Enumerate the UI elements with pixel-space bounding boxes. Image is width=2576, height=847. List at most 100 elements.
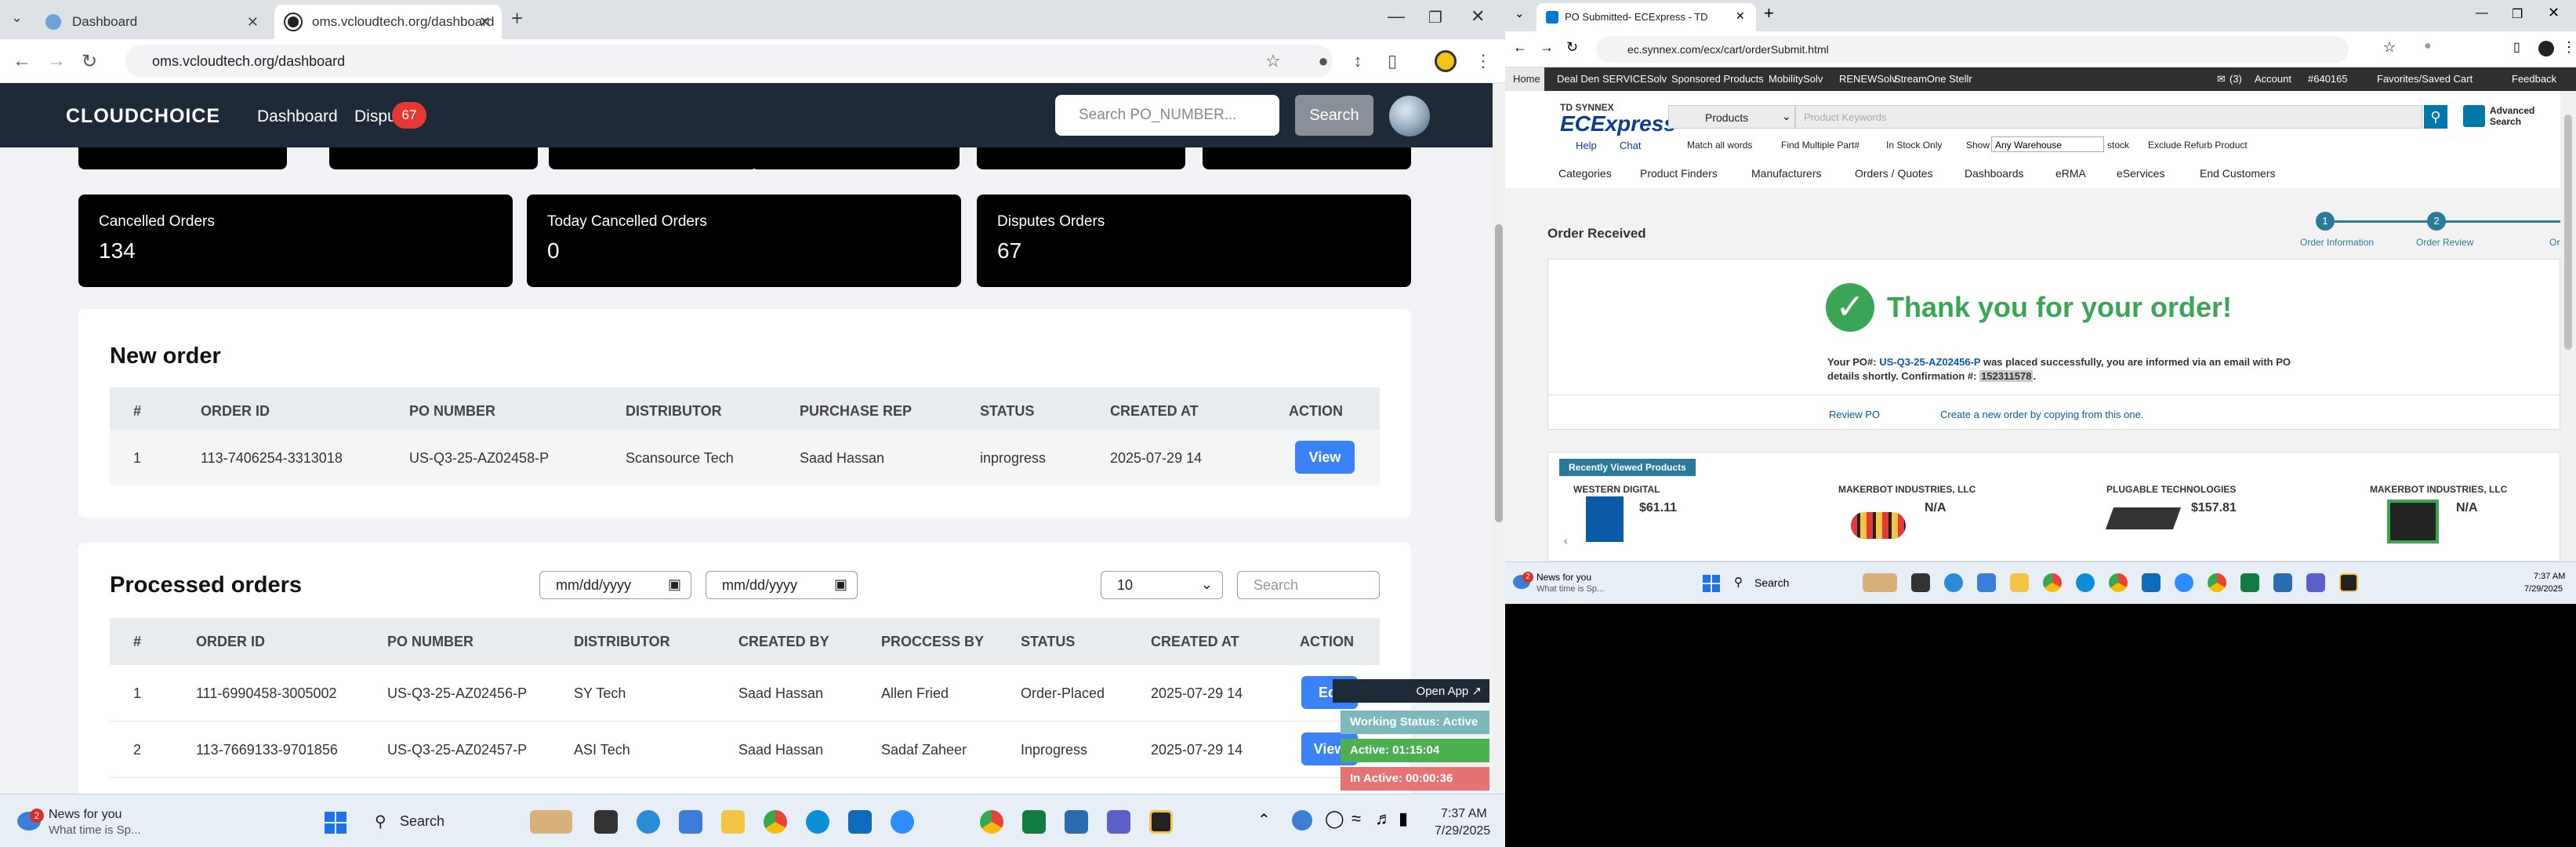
page-scrollbar[interactable]: [2560, 91, 2576, 562]
teams-icon[interactable]: [2306, 573, 2325, 592]
vendor-name[interactable]: MAKERBOT INDUSTRIES, LLC: [2370, 484, 2507, 495]
scrollbar-thumb[interactable]: [1495, 224, 1503, 522]
outlook-icon[interactable]: [2142, 573, 2161, 592]
ecexpress-logo[interactable]: ECExpress: [1560, 111, 1676, 136]
menu-manufacturers[interactable]: Manufacturers: [1751, 167, 1821, 180]
clock-time[interactable]: 7:37 AM: [2534, 572, 2565, 581]
minimize-icon[interactable]: —: [1388, 6, 1405, 27]
help-link[interactable]: Help: [1576, 140, 1597, 151]
clock-date[interactable]: 7/29/2025: [2524, 584, 2563, 594]
teams-icon[interactable]: [1107, 810, 1130, 834]
menu-icon[interactable]: ⋮: [2562, 39, 2576, 56]
view-button[interactable]: View: [1295, 441, 1355, 474]
nav-mobilitysolv[interactable]: MobilitySolv: [1769, 73, 1823, 85]
search-button[interactable]: Search: [1295, 95, 1373, 136]
star-icon[interactable]: ☆: [1264, 52, 1283, 71]
menu-product-finders[interactable]: Product Finders: [1640, 167, 1718, 180]
chat-link[interactable]: Chat: [1620, 140, 1641, 151]
edge-icon[interactable]: [2076, 573, 2095, 592]
taskbar-search[interactable]: Search: [1754, 576, 1789, 589]
menu-categories[interactable]: Categories: [1558, 167, 1612, 180]
back-icon[interactable]: ←: [1513, 39, 1527, 56]
vendor-name[interactable]: PLUGABLE TECHNOLOGIES: [2106, 484, 2236, 495]
windows-start-icon[interactable]: [1703, 575, 1720, 592]
scrollbar-thumb[interactable]: [2564, 115, 2572, 350]
profile-icon[interactable]: [2538, 41, 2554, 56]
restore-icon[interactable]: ❐: [1428, 8, 1442, 27]
zoom-icon[interactable]: [2175, 573, 2193, 592]
search-icon[interactable]: ⚲: [1734, 575, 1743, 589]
calculator-icon[interactable]: [679, 810, 702, 834]
forward-icon[interactable]: →: [47, 50, 66, 72]
forward-icon[interactable]: →: [1540, 39, 1554, 56]
extension-icon[interactable]: ●: [2424, 39, 2432, 53]
puzzle-icon[interactable]: ▯: [1383, 52, 1402, 71]
calculator-icon[interactable]: [1977, 573, 1996, 592]
taskbar-widget-icon[interactable]: [530, 810, 572, 834]
menu-dashboards[interactable]: Dashboards: [1965, 167, 2024, 180]
chevron-up-icon[interactable]: ⌃: [1257, 810, 1271, 830]
tab-search-icon[interactable]: ⌄: [11, 9, 23, 26]
nav-renewsolv[interactable]: RENEWSolv: [1839, 73, 1897, 85]
product-image[interactable]: [2387, 500, 2439, 543]
news-title[interactable]: News for you: [1537, 572, 1591, 583]
wifi-icon[interactable]: ≈: [1351, 809, 1361, 829]
review-po-link[interactable]: Review PO: [1829, 409, 1880, 420]
exclude-refurb-checkbox[interactable]: Exclude Refurb Product: [2148, 140, 2248, 151]
po-search-input[interactable]: Search PO_NUMBER...: [1055, 95, 1279, 136]
product-keyword-input[interactable]: Product Keywords: [1795, 105, 2422, 129]
file-explorer-icon[interactable]: [2010, 573, 2029, 592]
taskbar-widget-icon[interactable]: [1863, 573, 1897, 592]
file-explorer-icon[interactable]: [721, 810, 745, 834]
tab-oms-dashboard[interactable]: oms.vcloudtech.org/dashboard ✕: [274, 5, 502, 39]
feedback-link[interactable]: Feedback: [2512, 73, 2556, 85]
close-tab-icon[interactable]: ✕: [247, 14, 259, 31]
minimize-icon[interactable]: —: [2476, 6, 2488, 20]
app-icon[interactable]: [2273, 573, 2292, 592]
calendar-icon[interactable]: ▣: [668, 576, 681, 593]
match-all-radio[interactable]: Match all words: [1687, 140, 1752, 151]
reader-icon[interactable]: ↕: [1348, 52, 1367, 71]
carousel-prev-icon[interactable]: ‹: [1564, 534, 1568, 547]
zoom-icon[interactable]: [891, 810, 914, 834]
app-icon[interactable]: [1149, 810, 1173, 834]
cancelled-orders-card[interactable]: Cancelled Orders 134: [78, 194, 513, 287]
search-button[interactable]: ⚲: [2424, 105, 2447, 129]
close-window-icon[interactable]: ✕: [2548, 5, 2560, 21]
menu-erma[interactable]: eRMA: [2055, 167, 2086, 180]
product-image[interactable]: [1851, 512, 1906, 539]
vendor-name[interactable]: MAKERBOT INDUSTRIES, LLC: [1838, 484, 1976, 495]
product-image[interactable]: [1586, 496, 1624, 542]
outlook-icon[interactable]: [848, 810, 872, 834]
search-icon[interactable]: ⚲: [375, 812, 386, 831]
date-from-input[interactable]: mm/dd/yyyy ▣: [539, 571, 691, 599]
new-tab-icon[interactable]: +: [511, 6, 523, 31]
advanced-search-link[interactable]: Advanced Search: [2490, 105, 2535, 127]
excel-icon[interactable]: [2240, 573, 2259, 592]
account-menu[interactable]: Account: [2255, 73, 2291, 85]
nav-sponsored[interactable]: Sponsored Products: [1671, 73, 1764, 85]
nav-disputes[interactable]: Dispu: [354, 107, 397, 126]
chrome-icon[interactable]: [980, 810, 1003, 834]
vendor-name[interactable]: WESTERN DIGITAL: [1573, 484, 1660, 495]
in-stock-checkbox[interactable]: In Stock Only: [1886, 140, 1942, 151]
date-to-input[interactable]: mm/dd/yyyy ▣: [706, 571, 858, 599]
calendar-icon[interactable]: ▣: [834, 576, 847, 593]
excel-icon[interactable]: [1022, 810, 1046, 834]
battery-icon[interactable]: ▮: [1399, 809, 1408, 829]
close-window-icon[interactable]: ✕: [1471, 6, 1485, 27]
today-cancelled-card[interactable]: Today Cancelled Orders 0: [527, 194, 961, 287]
avatar[interactable]: [1389, 96, 1430, 136]
close-tab-icon[interactable]: ✕: [479, 14, 491, 31]
menu-eservices[interactable]: eServices: [2117, 167, 2164, 180]
open-app-button[interactable]: Open App ↗: [1333, 679, 1489, 703]
star-icon[interactable]: ☆: [2383, 39, 2396, 56]
taskbar-app-icon[interactable]: [1944, 573, 1963, 592]
app-icon[interactable]: [2339, 573, 2358, 592]
table-search-input[interactable]: Search: [1237, 571, 1380, 599]
taskbar-search[interactable]: Search: [400, 813, 444, 830]
warehouse-select[interactable]: Any Warehouse: [1991, 136, 2104, 152]
search-category-select[interactable]: Products ⌄: [1668, 105, 1795, 129]
po-link[interactable]: US-Q3-25-AZ02456-P: [1879, 356, 1980, 368]
reload-icon[interactable]: ↻: [82, 50, 97, 73]
